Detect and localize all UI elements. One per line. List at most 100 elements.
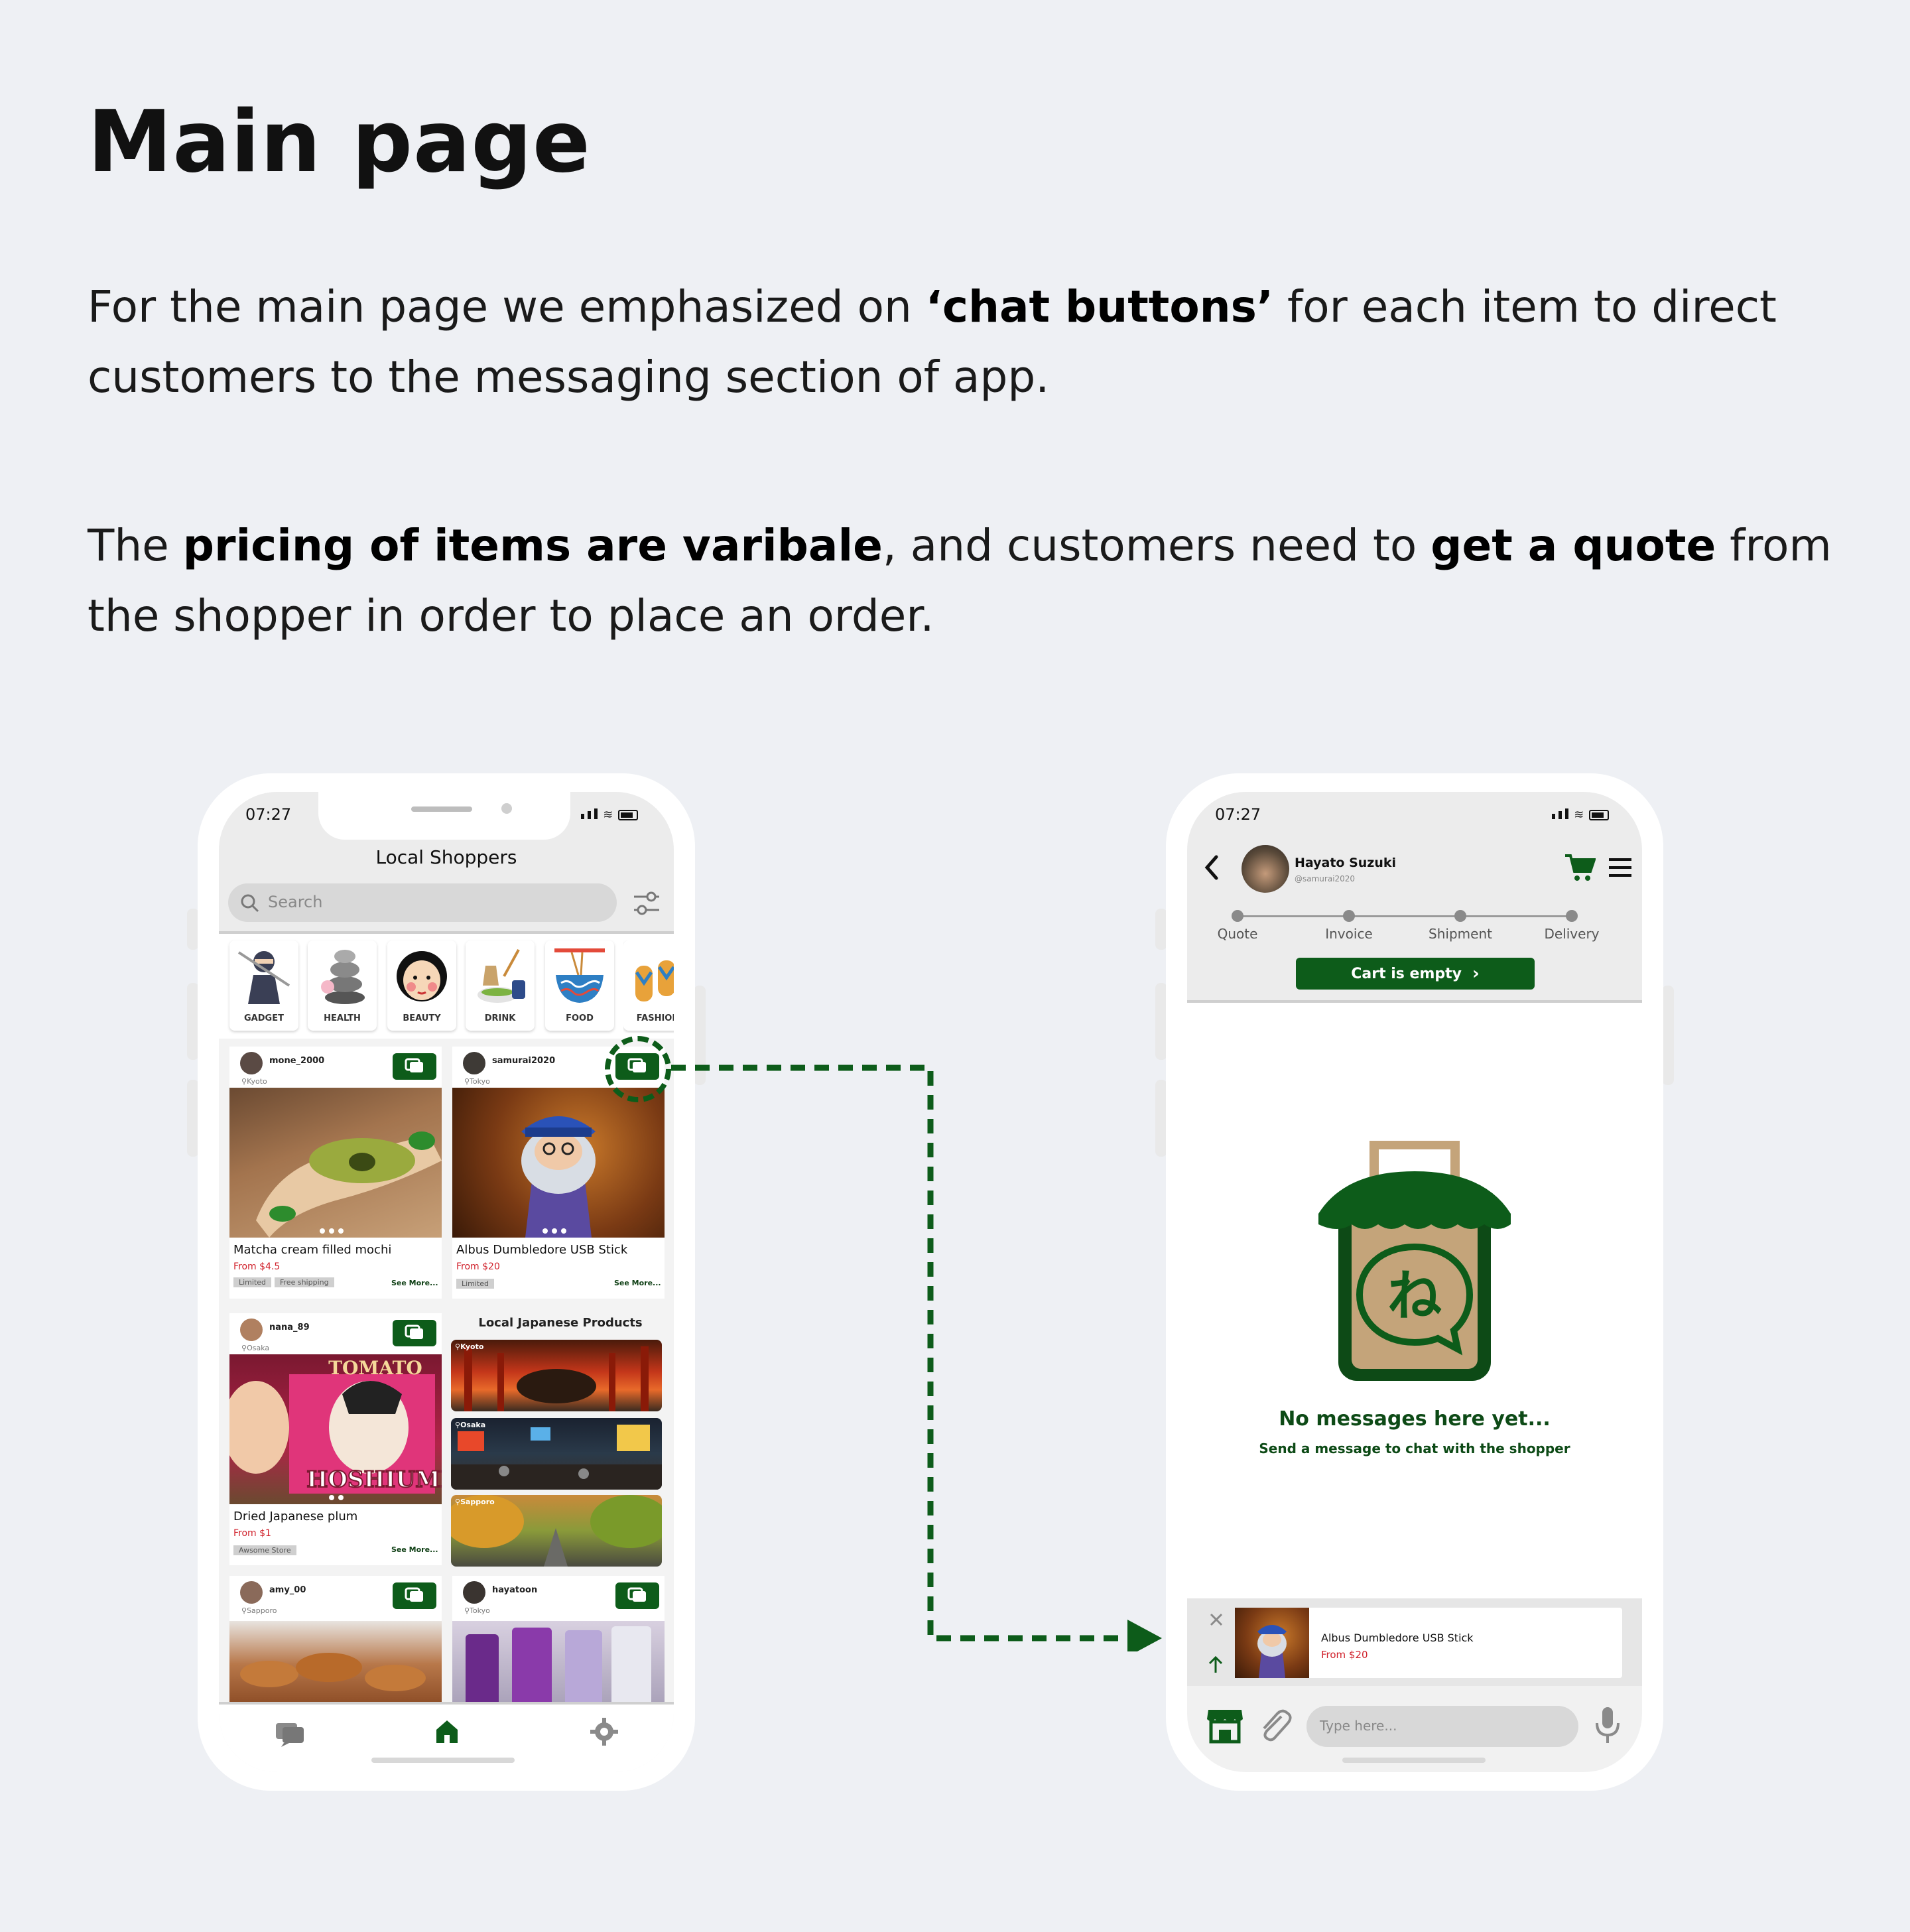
category-gadget[interactable]: GADGET (229, 940, 298, 1031)
category-label: DRINK (484, 1013, 516, 1023)
shopper-name: Hayato Suzuki (1295, 856, 1397, 870)
shopper-avatar[interactable] (1242, 845, 1289, 893)
cart-button-label: Cart is empty (1351, 965, 1462, 982)
city-card-kyoto[interactable]: ⚲Kyoto (451, 1340, 662, 1411)
item-tag: Limited (456, 1279, 495, 1289)
location-text: Sapporo (247, 1606, 277, 1615)
location-text: Osaka (247, 1344, 270, 1352)
search-icon (241, 894, 259, 913)
step-label: Shipment (1429, 926, 1492, 942)
see-more-link[interactable]: See More... (391, 1545, 438, 1554)
shopper-username: amy_00 (269, 1585, 306, 1595)
attached-item-card[interactable]: Albus Dumbledore USB Stick From $20 (1235, 1608, 1622, 1678)
shopper-location: ⚲Tokyo (464, 1606, 490, 1615)
step-label: Invoice (1325, 926, 1373, 942)
category-beauty[interactable]: BEAUTY (387, 940, 456, 1031)
chat-button[interactable] (393, 1320, 436, 1346)
matcha-icon (478, 949, 525, 1003)
see-more-link[interactable]: See More... (614, 1279, 661, 1287)
cart-icon[interactable] (1564, 853, 1596, 882)
item-photo-cookies[interactable] (229, 1621, 442, 1702)
item-card[interactable]: mone_2000 ⚲Kyoto Matcha cream filled moc… (229, 1047, 442, 1299)
item-photo-tumblers[interactable] (452, 1621, 665, 1702)
chat-button[interactable] (393, 1053, 436, 1080)
gear-icon[interactable] (590, 1718, 618, 1746)
item-card[interactable]: amy_00 ⚲Sapporo (229, 1576, 442, 1702)
city-label: ⚲Sapporo (455, 1498, 495, 1506)
page-heading: Main page (88, 93, 591, 192)
home-icon[interactable] (434, 1718, 460, 1744)
category-drink[interactable]: DRINK (466, 940, 535, 1031)
chat-icon[interactable] (275, 1720, 305, 1747)
signal-icon (1552, 808, 1569, 822)
highlight-circle (605, 1036, 671, 1102)
para-text: The (88, 520, 183, 571)
para-bold: pricing of items are varibale (182, 520, 883, 571)
chat-button[interactable] (393, 1582, 436, 1609)
item-photo-usb[interactable] (452, 1088, 665, 1238)
item-card[interactable]: nana_89 ⚲Osaka TOMATO HOSHIUME Dried Japa… (229, 1313, 442, 1565)
chat-button[interactable] (615, 1582, 659, 1609)
menu-icon[interactable] (1609, 858, 1631, 877)
phone-notch (318, 791, 570, 840)
tumblers-image (466, 1626, 651, 1702)
city-card-osaka[interactable]: ⚲Osaka (451, 1418, 662, 1490)
status-time: 07:27 (1215, 805, 1261, 824)
flow-arrow (671, 1064, 1162, 1651)
paperclip-icon[interactable] (1256, 1707, 1292, 1743)
signal-icon (581, 808, 598, 822)
arrow-up-icon[interactable] (1207, 1655, 1224, 1674)
avatar (240, 1581, 263, 1604)
tomato-text: TOMATO (328, 1357, 422, 1379)
attached-item-thumbnail (1235, 1608, 1309, 1678)
mic-icon[interactable] (1594, 1706, 1621, 1746)
city-card-sapporo[interactable]: ⚲Sapporo (451, 1495, 662, 1567)
item-name: Albus Dumbledore USB Stick (456, 1243, 628, 1257)
back-icon[interactable] (1203, 854, 1220, 881)
attached-item-price: From $20 (1321, 1649, 1368, 1661)
city-name: Sapporo (460, 1498, 495, 1506)
sandals-icon (635, 960, 674, 1001)
app-title: Local Shoppers (375, 846, 517, 868)
item-price: From $4.5 (233, 1261, 281, 1272)
para-text: For the main page we emphasized on (88, 281, 926, 332)
wifi-icon: ≋ (1574, 808, 1584, 822)
location-text: Kyoto (247, 1077, 267, 1086)
front-camera (501, 803, 512, 814)
progress-line (1238, 915, 1572, 917)
item-photo-plum[interactable]: TOMATO HOSHIUME (229, 1354, 442, 1504)
avatar (463, 1581, 485, 1604)
item-tag: Limited (233, 1277, 272, 1287)
avatar (240, 1319, 263, 1341)
item-photo-mochi[interactable] (229, 1088, 442, 1238)
city-label: ⚲Kyoto (455, 1342, 484, 1351)
city-label: ⚲Osaka (455, 1421, 486, 1429)
intro-paragraph-chat: For the main page we emphasized on ‘chat… (88, 272, 1838, 413)
speaker-grill (411, 806, 472, 812)
para-text: , and customers need to (882, 520, 1431, 571)
shopper-location: ⚲Kyoto (241, 1077, 267, 1086)
see-more-link[interactable]: See More... (391, 1279, 438, 1287)
empty-state-title: No messages here yet... (1279, 1407, 1551, 1431)
step-dot (1454, 910, 1466, 922)
plum-bag-image: TOMATO HOSHIUME (229, 1357, 442, 1500)
filter-icon[interactable] (633, 890, 661, 917)
shopper-username: nana_89 (269, 1322, 310, 1332)
cart-button[interactable]: Cart is empty › (1296, 958, 1535, 990)
search-input[interactable]: Search (228, 883, 617, 922)
close-icon[interactable] (1208, 1612, 1224, 1628)
store-icon[interactable] (1206, 1707, 1244, 1744)
category-health[interactable]: HEALTH (308, 940, 377, 1031)
para-bold: get a quote (1431, 520, 1716, 571)
message-input[interactable]: Type here... (1306, 1706, 1578, 1747)
intro-paragraph-pricing: The pricing of items are varibale, and c… (88, 511, 1838, 651)
empty-state-subtitle: Send a message to chat with the shopper (1259, 1441, 1570, 1456)
attached-item-name: Albus Dumbledore USB Stick (1321, 1632, 1474, 1644)
chat-icon (405, 1587, 423, 1602)
category-fashion[interactable]: FASHION (623, 940, 674, 1031)
category-food[interactable]: FOOD (545, 940, 614, 1031)
item-card[interactable]: hayatoon ⚲Tokyo (452, 1576, 665, 1702)
battery-icon (618, 809, 639, 820)
status-time: 07:27 (245, 805, 292, 824)
shopper-handle: @samurai2020 (1295, 874, 1356, 883)
